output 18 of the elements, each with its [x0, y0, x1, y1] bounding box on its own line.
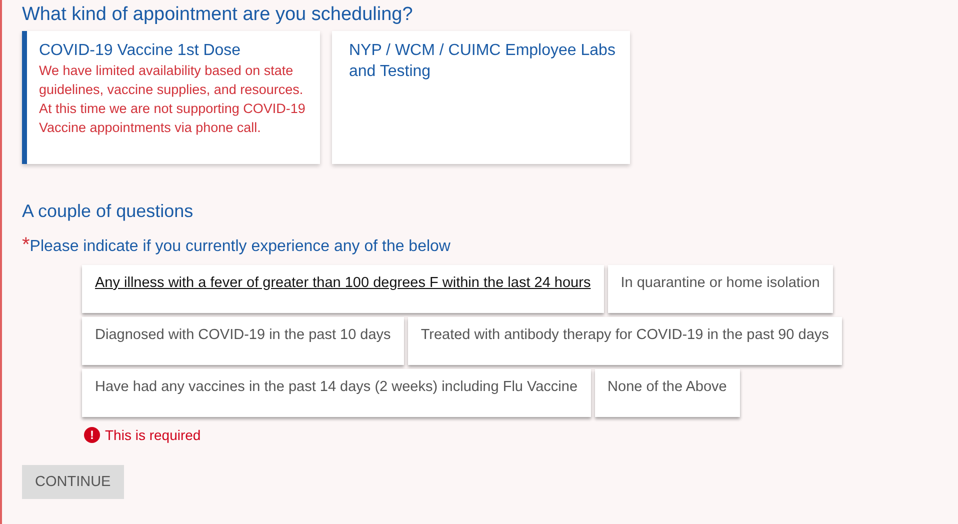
- option-button[interactable]: Any illness with a fever of greater than 100 degrees F within the last 24 hours: [82, 265, 604, 313]
- card-title: NYP / WCM / CUIMC Employee Labs and Testing: [349, 41, 616, 82]
- appointment-card[interactable]: COVID-19 Vaccine 1st Dose We have limited availability based on state guidelines, vaccine supplies, and resources. At this time we are not supporting COVID-19 Vaccine appointments via phone call.: [22, 31, 320, 164]
- continue-button[interactable]: CONTINUE: [22, 465, 124, 499]
- page-heading: What kind of appointment are you scheduling?: [22, 4, 414, 26]
- appointment-card[interactable]: NYP / WCM / CUIMC Employee Labs and Testing: [332, 31, 630, 164]
- card-title: COVID-19 Vaccine 1st Dose: [39, 41, 242, 61]
- option-button[interactable]: None of the Above: [594, 369, 740, 417]
- error-icon: !: [84, 427, 100, 443]
- option-button[interactable]: Treated with antibody therapy for COVID-19 in the past 90 days: [408, 317, 842, 365]
- option-button[interactable]: Have had any vaccines in the past 14 days (2 weeks) including Flu Vaccine: [82, 369, 591, 417]
- option-button[interactable]: In quarantine or home isolation: [608, 265, 833, 313]
- required-mark: *: [22, 234, 30, 257]
- section-heading: A couple of questions: [22, 200, 194, 222]
- option-button[interactable]: Diagnosed with COVID-19 in the past 10 days: [82, 317, 404, 365]
- question-label: Please indicate if you currently experience any of the below: [30, 238, 450, 256]
- error-message: This is required: [105, 427, 201, 443]
- availability-note: We have limited availability based on state guidelines, vaccine supplies, and resources. At this time we are not supporting COVID-19 Vaccine appointments via phone call.: [39, 62, 306, 137]
